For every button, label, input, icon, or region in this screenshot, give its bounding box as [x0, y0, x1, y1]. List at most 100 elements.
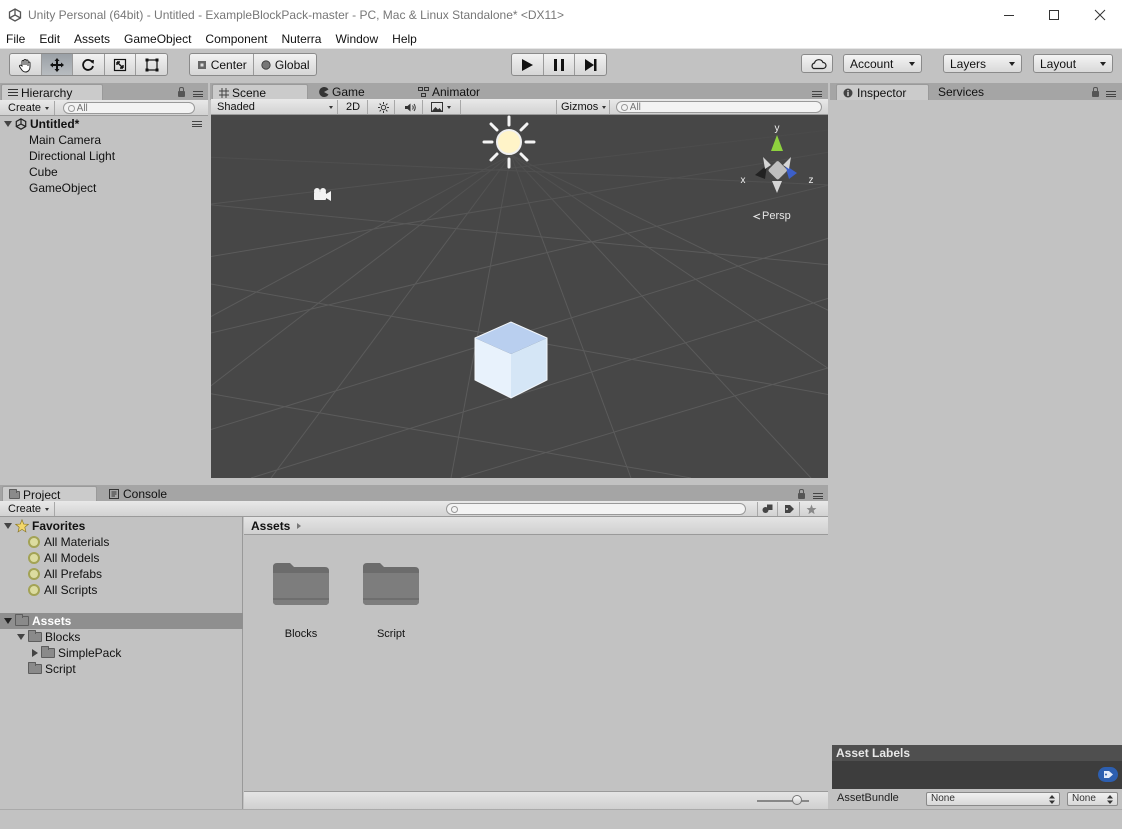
tab-scene[interactable]: Scene	[212, 84, 308, 100]
gizmos-dropdown[interactable]: Gizmos	[556, 100, 610, 114]
panel-menu-icon[interactable]	[813, 493, 823, 499]
foldout-expanded-icon[interactable]	[17, 634, 25, 640]
rotate-tool-button[interactable]	[73, 54, 105, 75]
breadcrumb-item[interactable]: Assets	[251, 519, 290, 533]
tab-project[interactable]: Project	[2, 486, 97, 502]
layout-dropdown[interactable]: Layout	[1033, 54, 1113, 73]
move-tool-button[interactable]	[41, 54, 74, 75]
tab-project-label: Project	[23, 487, 61, 502]
scene-toolbar: Shaded 2D Gizmos	[211, 99, 828, 115]
gizmos-label: Gizmos	[561, 101, 599, 113]
tree-item-simplepack[interactable]: SimplePack	[32, 645, 121, 661]
favorites-row[interactable]: Favorites	[4, 518, 85, 534]
maximize-button[interactable]	[1031, 0, 1077, 30]
tab-animator[interactable]: Animator	[412, 84, 512, 100]
panel-menu-icon[interactable]	[193, 91, 203, 97]
panel-menu-icon[interactable]	[1106, 91, 1116, 97]
lock-icon[interactable]	[798, 489, 805, 499]
project-search-box[interactable]	[446, 503, 746, 515]
foldout-expanded-icon[interactable]	[4, 121, 12, 127]
scene-render[interactable]: y x z Persp	[211, 115, 828, 478]
menu-window[interactable]: Window	[328, 30, 385, 48]
pivot-global-button[interactable]: Global	[254, 54, 316, 75]
pause-button[interactable]	[544, 54, 576, 75]
hierarchy-item[interactable]: Main Camera	[29, 132, 101, 148]
tree-item-script[interactable]: Script	[28, 661, 76, 677]
minimize-button[interactable]	[986, 0, 1032, 30]
scene-root-row[interactable]: Untitled*	[4, 116, 208, 132]
project-create-button[interactable]: Create	[4, 502, 55, 516]
search-by-type-button[interactable]	[757, 502, 778, 516]
shading-dropdown[interactable]: Shaded	[213, 100, 338, 114]
hand-tool-button[interactable]	[10, 54, 42, 75]
foldout-expanded-icon[interactable]	[4, 618, 12, 624]
project-tabstrip: Project Console	[0, 485, 828, 502]
collab-button[interactable]	[801, 54, 833, 73]
favorite-search-button[interactable]	[801, 502, 822, 516]
scene-menu-icon[interactable]	[192, 121, 202, 127]
tree-item-blocks[interactable]: Blocks	[17, 629, 80, 645]
assetbundle-name-dropdown[interactable]: None	[926, 792, 1060, 806]
asset-label-button[interactable]	[1098, 767, 1118, 782]
hierarchy-item[interactable]: Directional Light	[29, 148, 115, 164]
assetbundle-variant-dropdown[interactable]: None	[1067, 792, 1118, 806]
asset-folder-label: Script	[376, 628, 406, 640]
layers-dropdown[interactable]: Layers	[943, 54, 1022, 73]
asset-folder-script[interactable]: Script	[361, 561, 421, 640]
favorite-item[interactable]: All Models	[28, 550, 99, 566]
scene-viewport[interactable]: y x z Persp	[211, 115, 828, 478]
window-title: Unity Personal (64bit) - Untitled - Exam…	[28, 8, 565, 22]
menu-gameobject[interactable]: GameObject	[117, 30, 198, 48]
chevron-down-icon	[909, 62, 915, 66]
search-by-label-button[interactable]	[779, 502, 800, 516]
tab-inspector[interactable]: Inspector	[836, 84, 929, 100]
create-label: Create	[8, 503, 42, 515]
tab-services[interactable]: Services	[932, 84, 1012, 100]
lock-icon[interactable]	[178, 87, 185, 97]
effects-dropdown[interactable]	[427, 100, 461, 114]
play-button[interactable]	[512, 54, 544, 75]
hierarchy-item[interactable]: GameObject	[29, 180, 96, 196]
lock-icon[interactable]	[1092, 87, 1099, 97]
scene-search-input[interactable]	[629, 101, 821, 113]
favorite-item[interactable]: All Prefabs	[28, 566, 102, 582]
audio-toggle[interactable]	[399, 100, 423, 114]
project-search-input[interactable]	[459, 503, 745, 515]
step-button[interactable]	[575, 54, 606, 75]
directional-light-gizmo[interactable]	[482, 115, 536, 169]
menu-nuterra[interactable]: Nuterra	[274, 30, 328, 48]
favorite-item[interactable]: All Scripts	[28, 582, 97, 598]
tab-inspector-label: Inspector	[857, 85, 907, 100]
saved-search-icon	[28, 536, 40, 548]
hierarchy-search-box[interactable]	[63, 102, 195, 114]
close-button[interactable]	[1077, 0, 1122, 30]
tab-game[interactable]: Game	[313, 84, 407, 100]
scene-search-box[interactable]	[616, 101, 822, 113]
menu-assets[interactable]: Assets	[67, 30, 117, 48]
menu-component[interactable]: Component	[198, 30, 274, 48]
saved-search-icon	[28, 584, 40, 596]
hierarchy-toolbar: Create	[0, 100, 208, 116]
foldout-collapsed-icon[interactable]	[32, 649, 38, 657]
menu-edit[interactable]: Edit	[32, 30, 67, 48]
rect-tool-button[interactable]	[136, 54, 167, 75]
hierarchy-item[interactable]: Cube	[29, 164, 58, 180]
scale-tool-button[interactable]	[105, 54, 137, 75]
hierarchy-create-button[interactable]: Create	[4, 101, 55, 115]
tab-hierarchy[interactable]: Hierarchy	[1, 84, 103, 100]
asset-folder-blocks[interactable]: Blocks	[271, 561, 331, 640]
lighting-toggle[interactable]	[373, 100, 395, 114]
account-dropdown[interactable]: Account	[843, 54, 922, 73]
hierarchy-search-input[interactable]	[76, 102, 194, 114]
menu-help[interactable]: Help	[385, 30, 424, 48]
panel-menu-icon[interactable]	[812, 91, 822, 97]
icon-size-slider-thumb[interactable]	[792, 795, 802, 805]
pivot-center-button[interactable]: Center	[190, 54, 255, 75]
foldout-expanded-icon[interactable]	[4, 523, 12, 529]
tab-console[interactable]: Console	[103, 486, 198, 502]
favorite-item[interactable]: All Materials	[28, 534, 109, 550]
toggle-2d-button[interactable]: 2D	[342, 100, 368, 114]
tag-icon	[1103, 771, 1113, 778]
menu-file[interactable]: File	[0, 30, 32, 48]
assets-root-row[interactable]: Assets	[4, 613, 71, 629]
